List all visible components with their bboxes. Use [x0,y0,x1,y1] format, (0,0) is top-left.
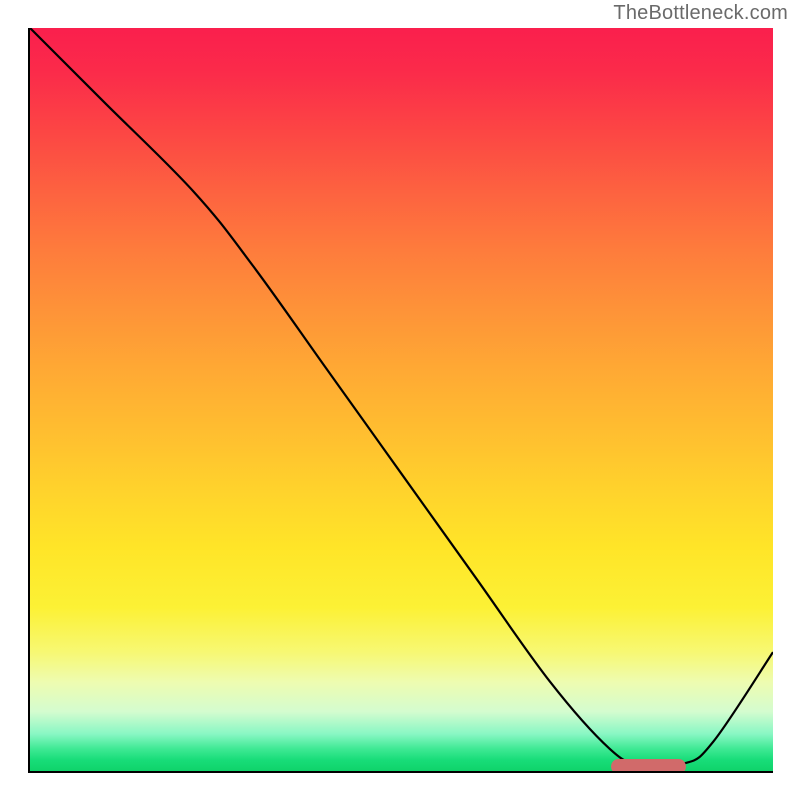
watermark-text: TheBottleneck.com [613,2,788,25]
chart-axes [28,28,773,773]
optimal-zone-marker [611,759,686,771]
bottleneck-curve-path [30,28,773,766]
chart-plot-area [30,28,773,771]
bottleneck-curve-svg [30,28,773,771]
